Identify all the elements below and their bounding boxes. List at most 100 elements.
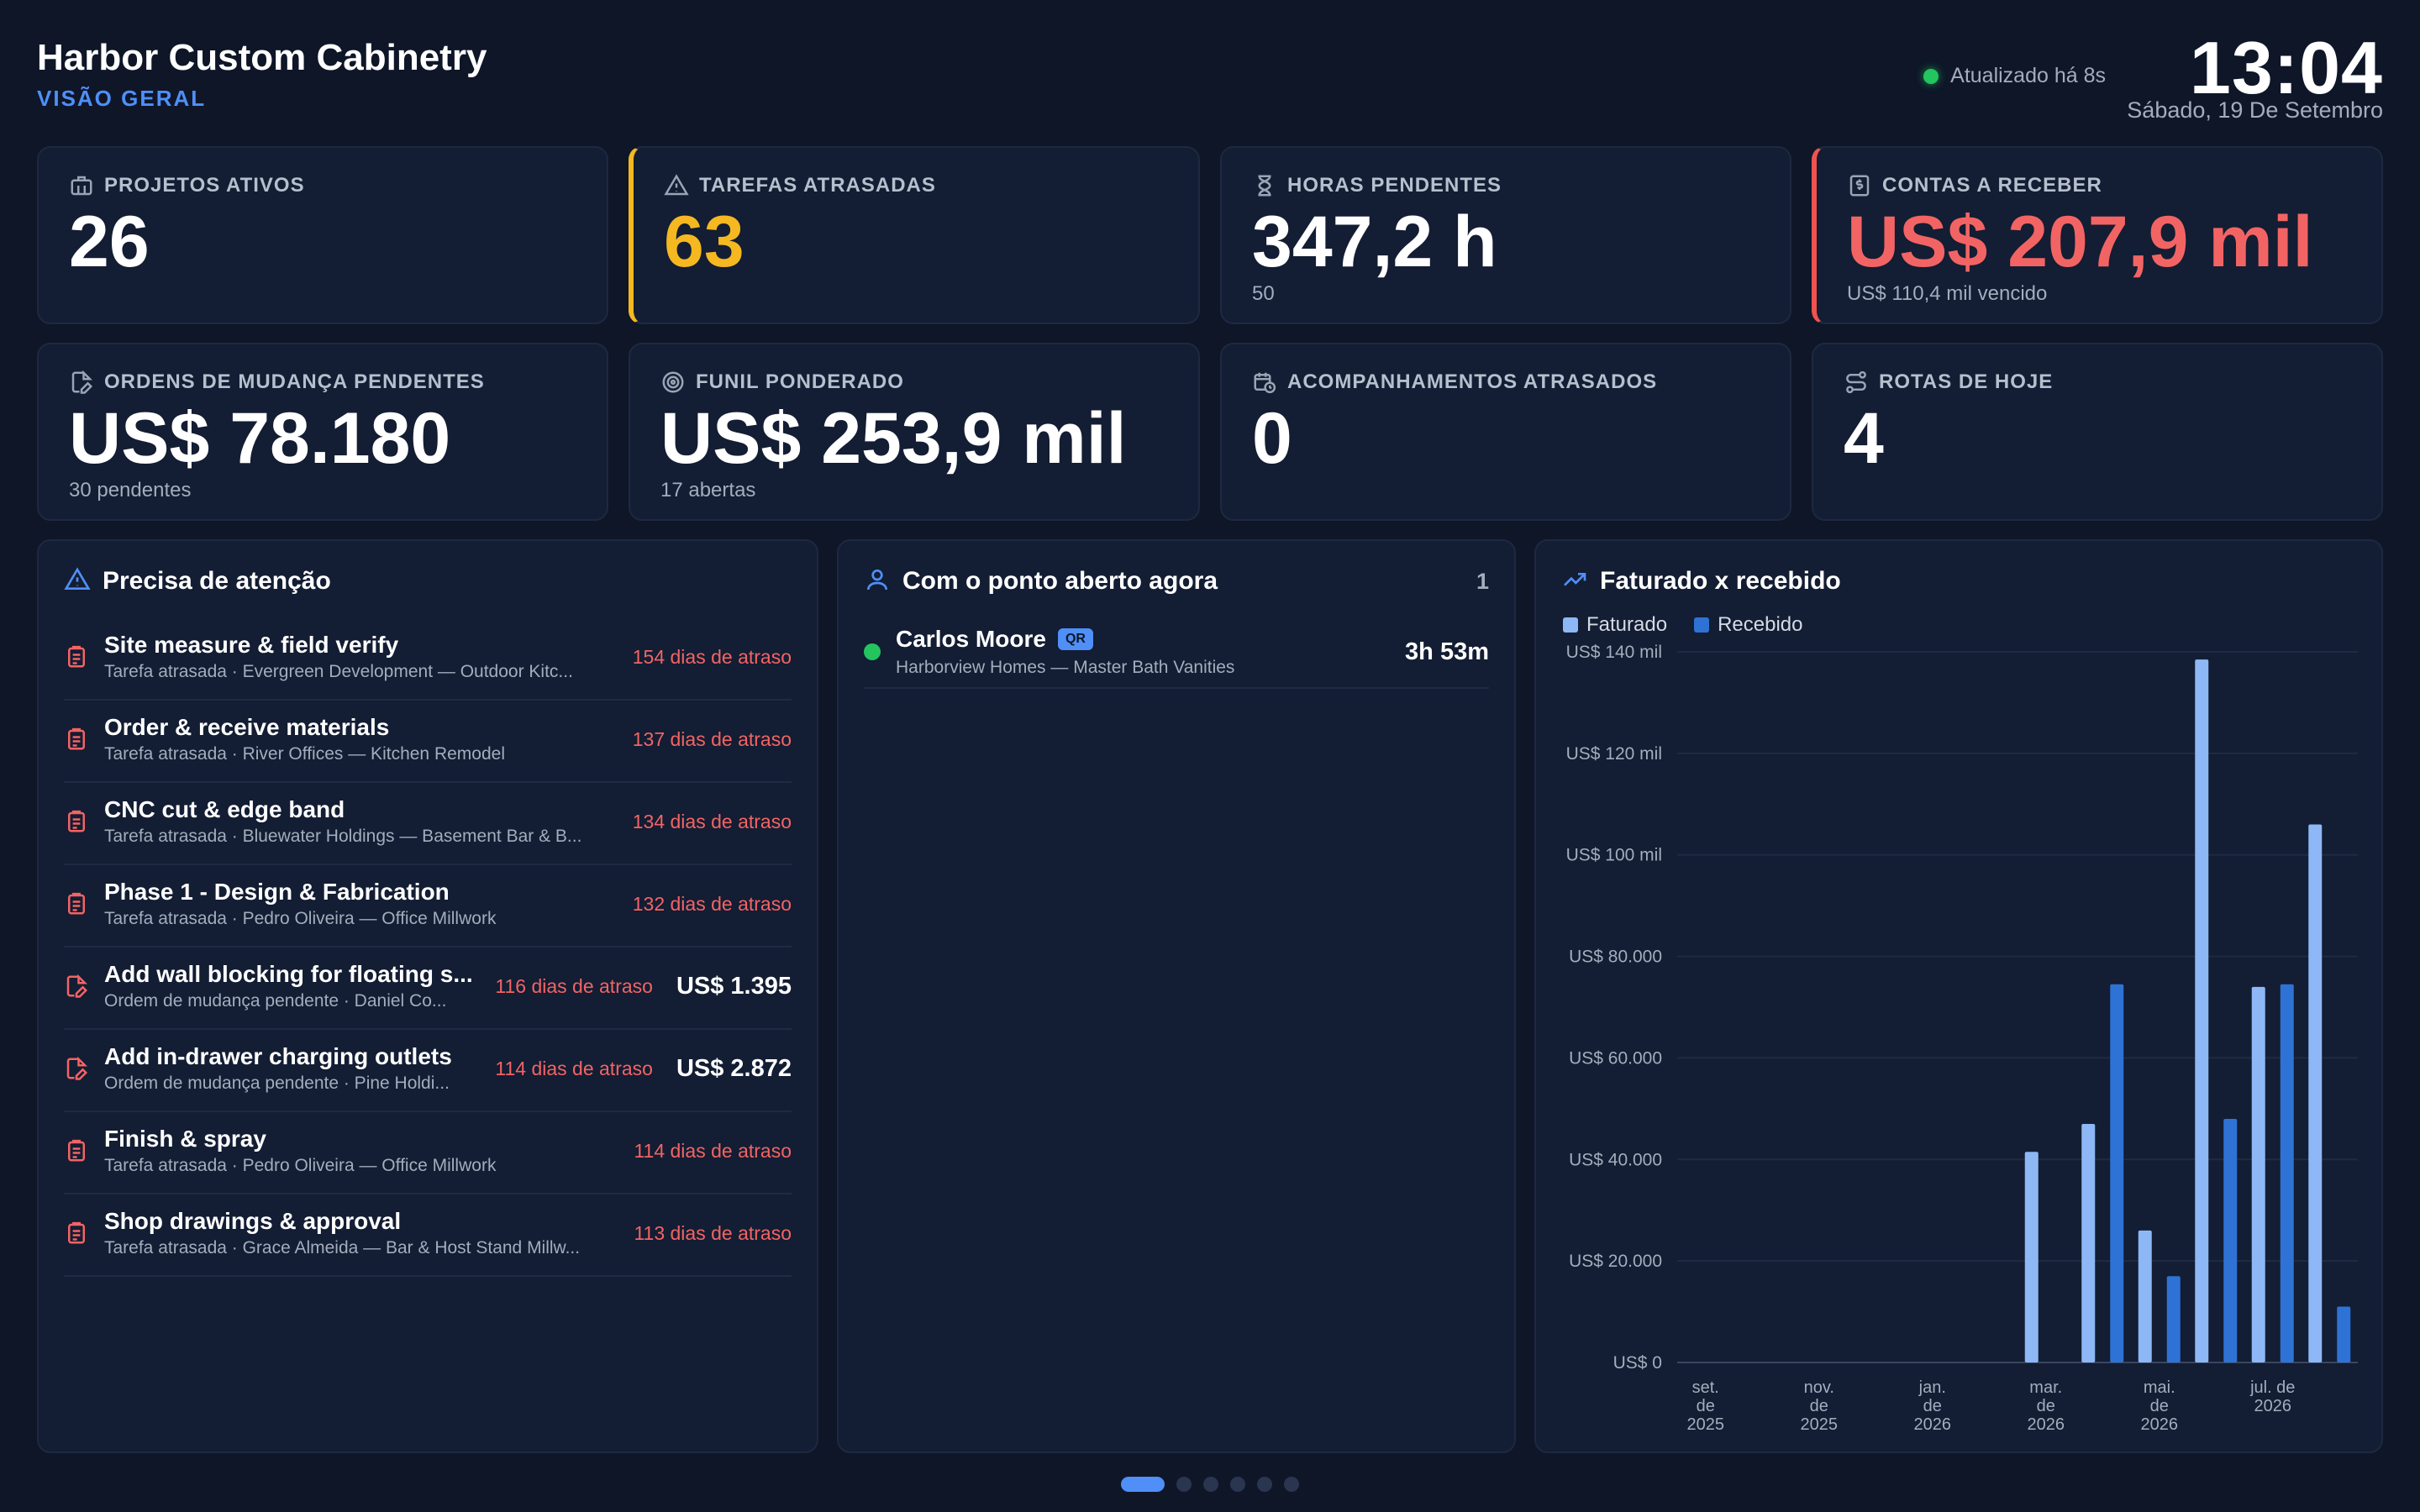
date: Sábado, 19 De Setembro [2127, 97, 2383, 123]
file-edit-icon [64, 974, 89, 999]
kpi-card-pending-hours[interactable]: HORAS PENDENTES 347,2 h 50 [1220, 146, 1791, 324]
bar-recebido-11[interactable] [2337, 1306, 2351, 1362]
attention-item-delay: 134 dias de atraso [632, 810, 792, 832]
employee-name-row: Carlos Moore QR [896, 626, 1234, 653]
x-tick-label-line: de [1810, 1397, 1828, 1415]
clocked-duration: 3h 53m [1405, 638, 1489, 665]
header: Harbor Custom Cabinetry VISÃO GERAL Atua… [37, 26, 2383, 129]
file-edit-icon [64, 1056, 89, 1081]
y-tick-label: US$ 60.000 [1569, 1048, 1662, 1068]
clocked-in-header: Com o ponto aberto agora 1 [864, 564, 1489, 598]
attention-item[interactable]: Site measure & field verify Tarefa atrasa… [64, 618, 792, 701]
bar-recebido-9[interactable] [2223, 1118, 2238, 1362]
attention-item-title: Finish & spray [104, 1126, 266, 1152]
bar-faturado-7[interactable] [2081, 1123, 2096, 1362]
bar-faturado-10[interactable] [2251, 986, 2265, 1362]
clipboard-icon [64, 727, 89, 752]
kpi-value: 347,2 h [1252, 202, 1497, 282]
bar-recebido-10[interactable] [2280, 984, 2294, 1362]
y-tick-label: US$ 140 mil [1566, 643, 1662, 662]
employee-name: Carlos Moore [896, 626, 1046, 652]
attention-item-delay: 114 dias de atraso [495, 1057, 653, 1079]
attention-item[interactable]: Add wall blocking for floating s... Ordem… [64, 948, 792, 1030]
x-tick-label-line: nov. [1804, 1378, 1834, 1397]
receipt-icon [1847, 173, 1872, 198]
pager-dot[interactable] [1176, 1477, 1192, 1492]
kpi-value: 63 [664, 202, 744, 282]
kpi-card-weighted-pipeline[interactable]: FUNIL PONDERADO US$ 253,9 mil 17 abertas [629, 343, 1200, 521]
attention-item-title: Add in-drawer charging outlets [104, 1043, 452, 1069]
attention-item-title: Order & receive materials [104, 714, 390, 740]
clipboard-icon [64, 1221, 89, 1246]
clipboard-icon [64, 809, 89, 834]
app-title: Harbor Custom Cabinetry [37, 37, 487, 78]
page-indicator [0, 1477, 2420, 1492]
user-icon [864, 566, 891, 597]
pager-dot[interactable] [1121, 1477, 1165, 1492]
kpi-value: US$ 253,9 mil [660, 398, 1127, 479]
clipboard-icon [64, 644, 89, 669]
attention-item[interactable]: Phase 1 - Design & Fabrication Tarefa atr… [64, 865, 792, 948]
update-status-text: Atualizado há 8s [1950, 64, 2106, 87]
kpi-sub: 30 pendentes [69, 479, 192, 501]
attention-item-delay: 116 dias de atraso [495, 974, 653, 997]
attention-item-subtitle: Tarefa atrasada · Pedro Oliveira — Offic… [104, 1156, 497, 1175]
x-tick-label: jan. de 2026 [1914, 1378, 1952, 1434]
kpi-card-active-projects[interactable]: PROJETOS ATIVOS 26 [37, 146, 608, 324]
attention-item-subtitle: Ordem de mudança pendente · Daniel Co... [104, 991, 447, 1011]
kpi-sub: US$ 110,4 mil vencido [1847, 282, 2048, 305]
warning-icon [664, 173, 689, 198]
bar-faturado-8[interactable] [2138, 1230, 2152, 1362]
warning-icon [64, 566, 91, 597]
attention-item[interactable]: CNC cut & edge band Tarefa atrasada · Blu… [64, 783, 792, 865]
briefcase-icon [69, 173, 94, 198]
attention-item-title: Site measure & field verify [104, 632, 399, 658]
clocked-in-panel: Com o ponto aberto agora 1 Carlos Moore … [837, 539, 1516, 1453]
kpi-label: HORAS PENDENTES [1287, 174, 1502, 197]
attention-item-subtitle: Tarefa atrasada · Grace Almeida — Bar & … [104, 1238, 581, 1257]
kpi-label: PROJETOS ATIVOS [104, 174, 305, 197]
kpi-label: FUNIL PONDERADO [696, 370, 904, 393]
attention-item[interactable]: Shop drawings & approval Tarefa atrasada … [64, 1194, 792, 1277]
y-tick-label: US$ 20.000 [1569, 1252, 1662, 1271]
x-tick-label-line: 2026 [2254, 1397, 2292, 1415]
kpi-card-overdue-tasks[interactable]: TAREFAS ATRASADAS 63 [629, 146, 1200, 324]
attention-header: Precisa de atenção [64, 564, 792, 598]
kpi-card-change-orders[interactable]: ORDENS DE MUDANÇA PENDENTES US$ 78.180 3… [37, 343, 608, 521]
x-tick-label-line: de [1697, 1397, 1715, 1415]
attention-item-subtitle: Tarefa atrasada · River Offices — Kitche… [104, 744, 505, 764]
x-tick-label-line: mar. [2029, 1378, 2062, 1397]
status-dot-icon [1923, 68, 1939, 84]
bar-faturado-9[interactable] [2195, 659, 2209, 1362]
x-tick-label: set. de 2025 [1687, 1378, 1725, 1434]
clocked-in-count: 1 [1476, 568, 1489, 594]
route-icon [1844, 370, 1869, 395]
kpi-card-receivables[interactable]: CONTAS A RECEBER US$ 207,9 mil US$ 110,4… [1812, 146, 2383, 324]
attention-item-amount: US$ 1.395 [676, 972, 792, 1000]
kpi-card-overdue-followups[interactable]: ACOMPANHAMENTOS ATRASADOS 0 [1220, 343, 1791, 521]
y-tick-label: US$ 120 mil [1566, 744, 1662, 764]
pager-dot[interactable] [1284, 1477, 1299, 1492]
attention-item[interactable]: Add in-drawer charging outlets Ordem de m… [64, 1030, 792, 1112]
attention-item-subtitle: Tarefa atrasada · Bluewater Holdings — B… [104, 827, 582, 846]
kpi-label: CONTAS A RECEBER [1882, 174, 2102, 197]
kpi-value: 4 [1844, 398, 1884, 479]
kpi-value: 26 [69, 202, 150, 282]
attention-item[interactable]: Order & receive materials Tarefa atrasada… [64, 701, 792, 783]
bar-recebido-8[interactable] [2166, 1276, 2181, 1362]
pager-dot[interactable] [1203, 1477, 1218, 1492]
attention-item-text: Site measure & field verify Tarefa atrasa… [104, 632, 618, 682]
bar-faturado-11[interactable] [2308, 824, 2323, 1362]
clocked-in-row[interactable]: Carlos Moore QR Harborview Homes — Maste… [864, 622, 1489, 689]
attention-item-title: Shop drawings & approval [104, 1208, 402, 1234]
attention-item-amount: US$ 2.872 [676, 1054, 792, 1082]
pager-dot[interactable] [1257, 1477, 1272, 1492]
pager-dot[interactable] [1230, 1477, 1245, 1492]
attention-item[interactable]: Finish & spray Tarefa atrasada · Pedro Ol… [64, 1112, 792, 1194]
bar-faturado-6[interactable] [2024, 1152, 2039, 1362]
bar-recebido-7[interactable] [2110, 984, 2124, 1362]
kpi-card-todays-routes[interactable]: ROTAS DE HOJE 4 [1812, 343, 2383, 521]
attention-item-title: Add wall blocking for floating s... [104, 961, 473, 987]
qr-badge: QR [1057, 628, 1093, 650]
x-tick-label-line: 2025 [1687, 1415, 1725, 1434]
